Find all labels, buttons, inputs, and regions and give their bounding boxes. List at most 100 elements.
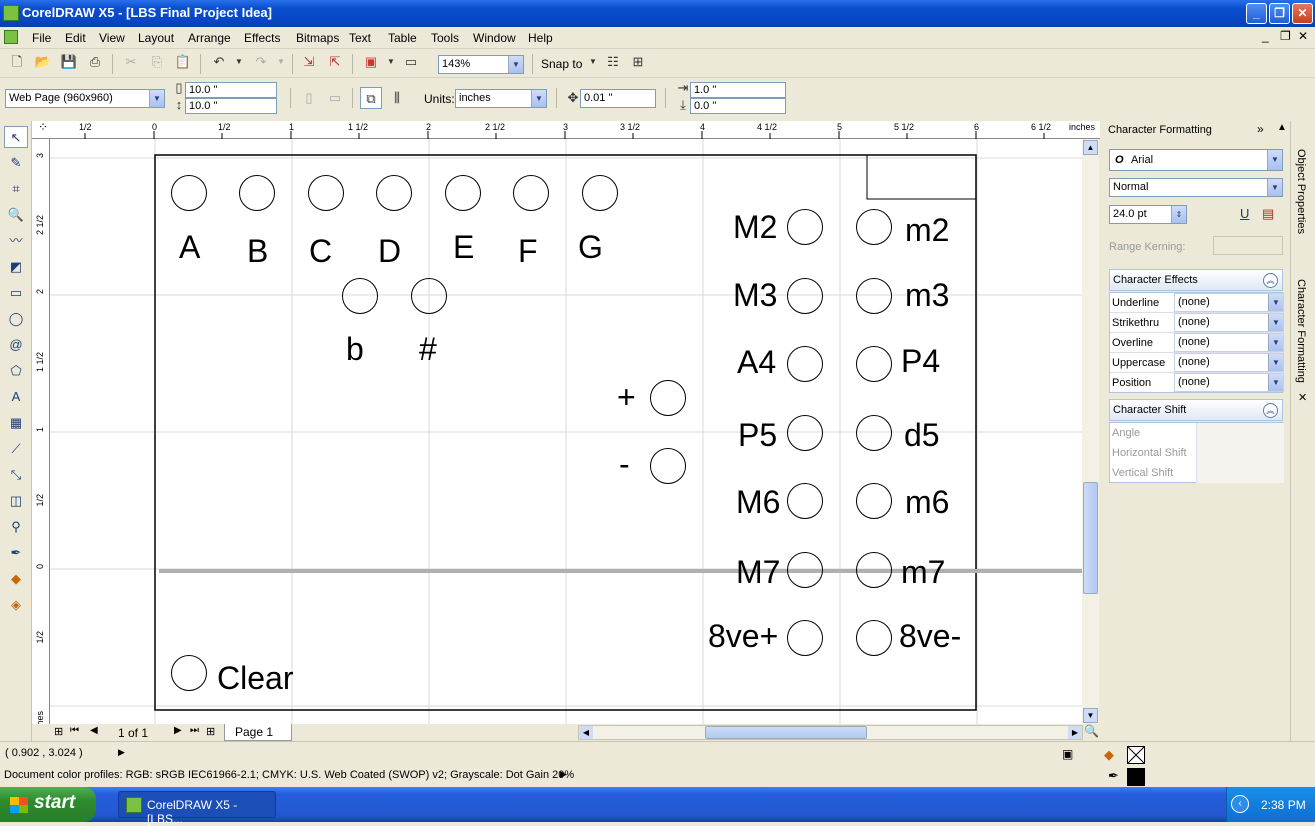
interval-m3-major-circle[interactable]	[787, 278, 823, 314]
menu-layout[interactable]: Layout	[138, 31, 174, 45]
fill-tool-icon[interactable]: ◆	[4, 568, 28, 590]
collapse-chevron-icon[interactable]: ︽	[1263, 273, 1278, 288]
horizontal-ruler[interactable]: ⁘ 1/2 0 1/2 1 1 1/2 2 2 1/2 3 3 1/2 4 4 …	[32, 121, 1100, 139]
snap-dropdown-icon[interactable]: ▼	[582, 51, 604, 73]
black-outline-swatch[interactable]	[1127, 768, 1145, 786]
effect-value-select[interactable]: (none) ▼	[1174, 293, 1284, 312]
collapse-chevron-icon[interactable]: ︽	[1263, 403, 1278, 418]
docker-collapse-icon[interactable]: »	[1257, 122, 1264, 136]
maximize-button[interactable]: ❐	[1269, 3, 1290, 24]
range-kerning-field[interactable]	[1213, 236, 1283, 255]
menu-tools[interactable]: Tools	[431, 31, 459, 45]
landscape-icon[interactable]: ▭	[324, 87, 346, 109]
menu-table[interactable]: Table	[388, 31, 417, 45]
navigator-zoom-icon[interactable]: 🔍	[1084, 724, 1099, 738]
interval-m2-major-circle[interactable]	[787, 209, 823, 245]
color-profiles-text[interactable]: Document color profiles: RGB: sRGB IEC61…	[4, 769, 574, 781]
close-button[interactable]: ✕	[1292, 3, 1313, 24]
page-width-field[interactable]: 10.0 "	[185, 82, 277, 98]
document-icon[interactable]	[4, 30, 18, 44]
spiral-tool-icon[interactable]: @	[4, 334, 28, 356]
vertical-ruler[interactable]: 3 2 1/2 2 1 1/2 1 1/2 0 1/2 inches	[32, 139, 50, 741]
character-effects-header[interactable]: Character Effects ︽	[1109, 269, 1283, 291]
chevron-down-icon[interactable]: ▼	[1267, 179, 1282, 196]
save-icon[interactable]: 💾	[58, 51, 80, 73]
plus-circle[interactable]	[650, 380, 686, 416]
rectangle-tool-icon[interactable]: ▭	[4, 282, 28, 304]
shift-fields[interactable]	[1196, 423, 1284, 483]
cut-icon[interactable]: ✂	[120, 51, 142, 73]
interval-m3-minor-circle[interactable]	[856, 278, 892, 314]
doc-minimize-button[interactable]: _	[1262, 29, 1269, 43]
outline-tool-icon[interactable]: ✒	[4, 542, 28, 564]
align-icon[interactable]: ⊞	[627, 51, 649, 73]
font-size-field[interactable]: 24.0 pt ⇕	[1109, 205, 1187, 224]
export-icon[interactable]: ⇱	[324, 51, 346, 73]
welcome-screen-icon[interactable]: ▭	[400, 51, 422, 73]
start-button[interactable]: start	[0, 787, 96, 822]
doc-close-button[interactable]: ✕	[1298, 29, 1308, 43]
chevron-down-icon[interactable]: ▼	[1267, 150, 1282, 170]
connector-tool-icon[interactable]: ⤡	[4, 464, 28, 486]
eyedropper-tool-icon[interactable]: ⚲	[4, 516, 28, 538]
undo-dropdown-icon[interactable]: ▼	[228, 51, 250, 73]
minus-circle[interactable]	[650, 448, 686, 484]
paste-icon[interactable]: 📋	[172, 51, 194, 73]
coreldraw-app-icon[interactable]	[3, 5, 19, 21]
interval-p5-circle[interactable]	[787, 415, 823, 451]
tab-object-properties[interactable]: Object Properties	[1295, 149, 1307, 234]
note-c-circle[interactable]	[308, 175, 344, 211]
copy-icon[interactable]: ⎘	[146, 51, 168, 73]
font-family-select[interactable]: O Arial ▼	[1109, 149, 1283, 171]
redo-icon[interactable]: ↷	[250, 51, 272, 73]
spinner-icon[interactable]: ⇕	[1171, 206, 1186, 223]
menu-window[interactable]: Window	[473, 31, 516, 45]
chevron-down-icon[interactable]: ▼	[1268, 334, 1283, 351]
drawing-canvas[interactable]: A B C D E F G b # + - M2 M3 A4 P5 M6 M7 …	[50, 139, 1082, 724]
zoom-tool-icon[interactable]: 🔍	[4, 204, 28, 226]
chevron-down-icon[interactable]: ▼	[149, 90, 164, 107]
note-a-circle[interactable]	[171, 175, 207, 211]
all-pages-icon[interactable]: ⧉	[360, 87, 382, 109]
interval-d5-circle[interactable]	[856, 415, 892, 451]
chevron-down-icon[interactable]: ▼	[508, 56, 523, 73]
effect-value-select[interactable]: (none) ▼	[1174, 353, 1284, 372]
shape-tool-icon[interactable]: ✎	[4, 152, 28, 174]
no-fill-swatch-icon[interactable]	[1127, 746, 1145, 764]
chevron-down-icon[interactable]: ▼	[1268, 314, 1283, 331]
smart-fill-tool-icon[interactable]: ◩	[4, 256, 28, 278]
note-f-circle[interactable]	[513, 175, 549, 211]
units-select[interactable]: inches ▼	[455, 89, 547, 108]
open-icon[interactable]: 📂	[32, 51, 54, 73]
duplicate-x-field[interactable]: 1.0 "	[690, 82, 786, 98]
horizontal-scroll-thumb[interactable]	[705, 726, 867, 739]
doc-restore-button[interactable]: ❐	[1280, 29, 1291, 43]
interval-octave-up-circle[interactable]	[787, 620, 823, 656]
tab-close-icon[interactable]: ✕	[1298, 391, 1307, 404]
interval-a4-circle[interactable]	[787, 346, 823, 382]
note-b-circle[interactable]	[239, 175, 275, 211]
clock[interactable]: 2:38 PM	[1261, 798, 1306, 812]
interval-p4-circle[interactable]	[856, 346, 892, 382]
clear-circle[interactable]	[171, 655, 207, 691]
sharp-circle[interactable]	[411, 278, 447, 314]
menu-file[interactable]: File	[32, 31, 51, 45]
chevron-down-icon[interactable]: ▼	[1268, 374, 1283, 391]
scroll-left-icon[interactable]: ◀	[579, 726, 593, 739]
profiles-arrow-icon[interactable]: ▶	[560, 769, 567, 780]
tray-expand-icon[interactable]: ‹	[1231, 795, 1249, 813]
underline-icon[interactable]: U	[1240, 206, 1249, 221]
menu-arrange[interactable]: Arrange	[188, 31, 231, 45]
character-shift-header[interactable]: Character Shift ︽	[1109, 399, 1283, 421]
freehand-tool-icon[interactable]: 〰	[4, 230, 28, 252]
interval-m6-minor-circle[interactable]	[856, 483, 892, 519]
note-g-circle[interactable]	[582, 175, 618, 211]
menu-bitmaps[interactable]: Bitmaps	[296, 31, 339, 45]
chevron-down-icon[interactable]: ▼	[1268, 354, 1283, 371]
horizontal-scrollbar[interactable]: ◀ ▶	[578, 725, 1083, 740]
interval-m7-major-circle[interactable]	[787, 552, 823, 588]
ellipse-tool-icon[interactable]: ◯	[4, 308, 28, 330]
font-style-select[interactable]: Normal ▼	[1109, 178, 1283, 197]
last-page-icon[interactable]: ⏭	[190, 725, 199, 736]
interval-m2-minor-circle[interactable]	[856, 209, 892, 245]
